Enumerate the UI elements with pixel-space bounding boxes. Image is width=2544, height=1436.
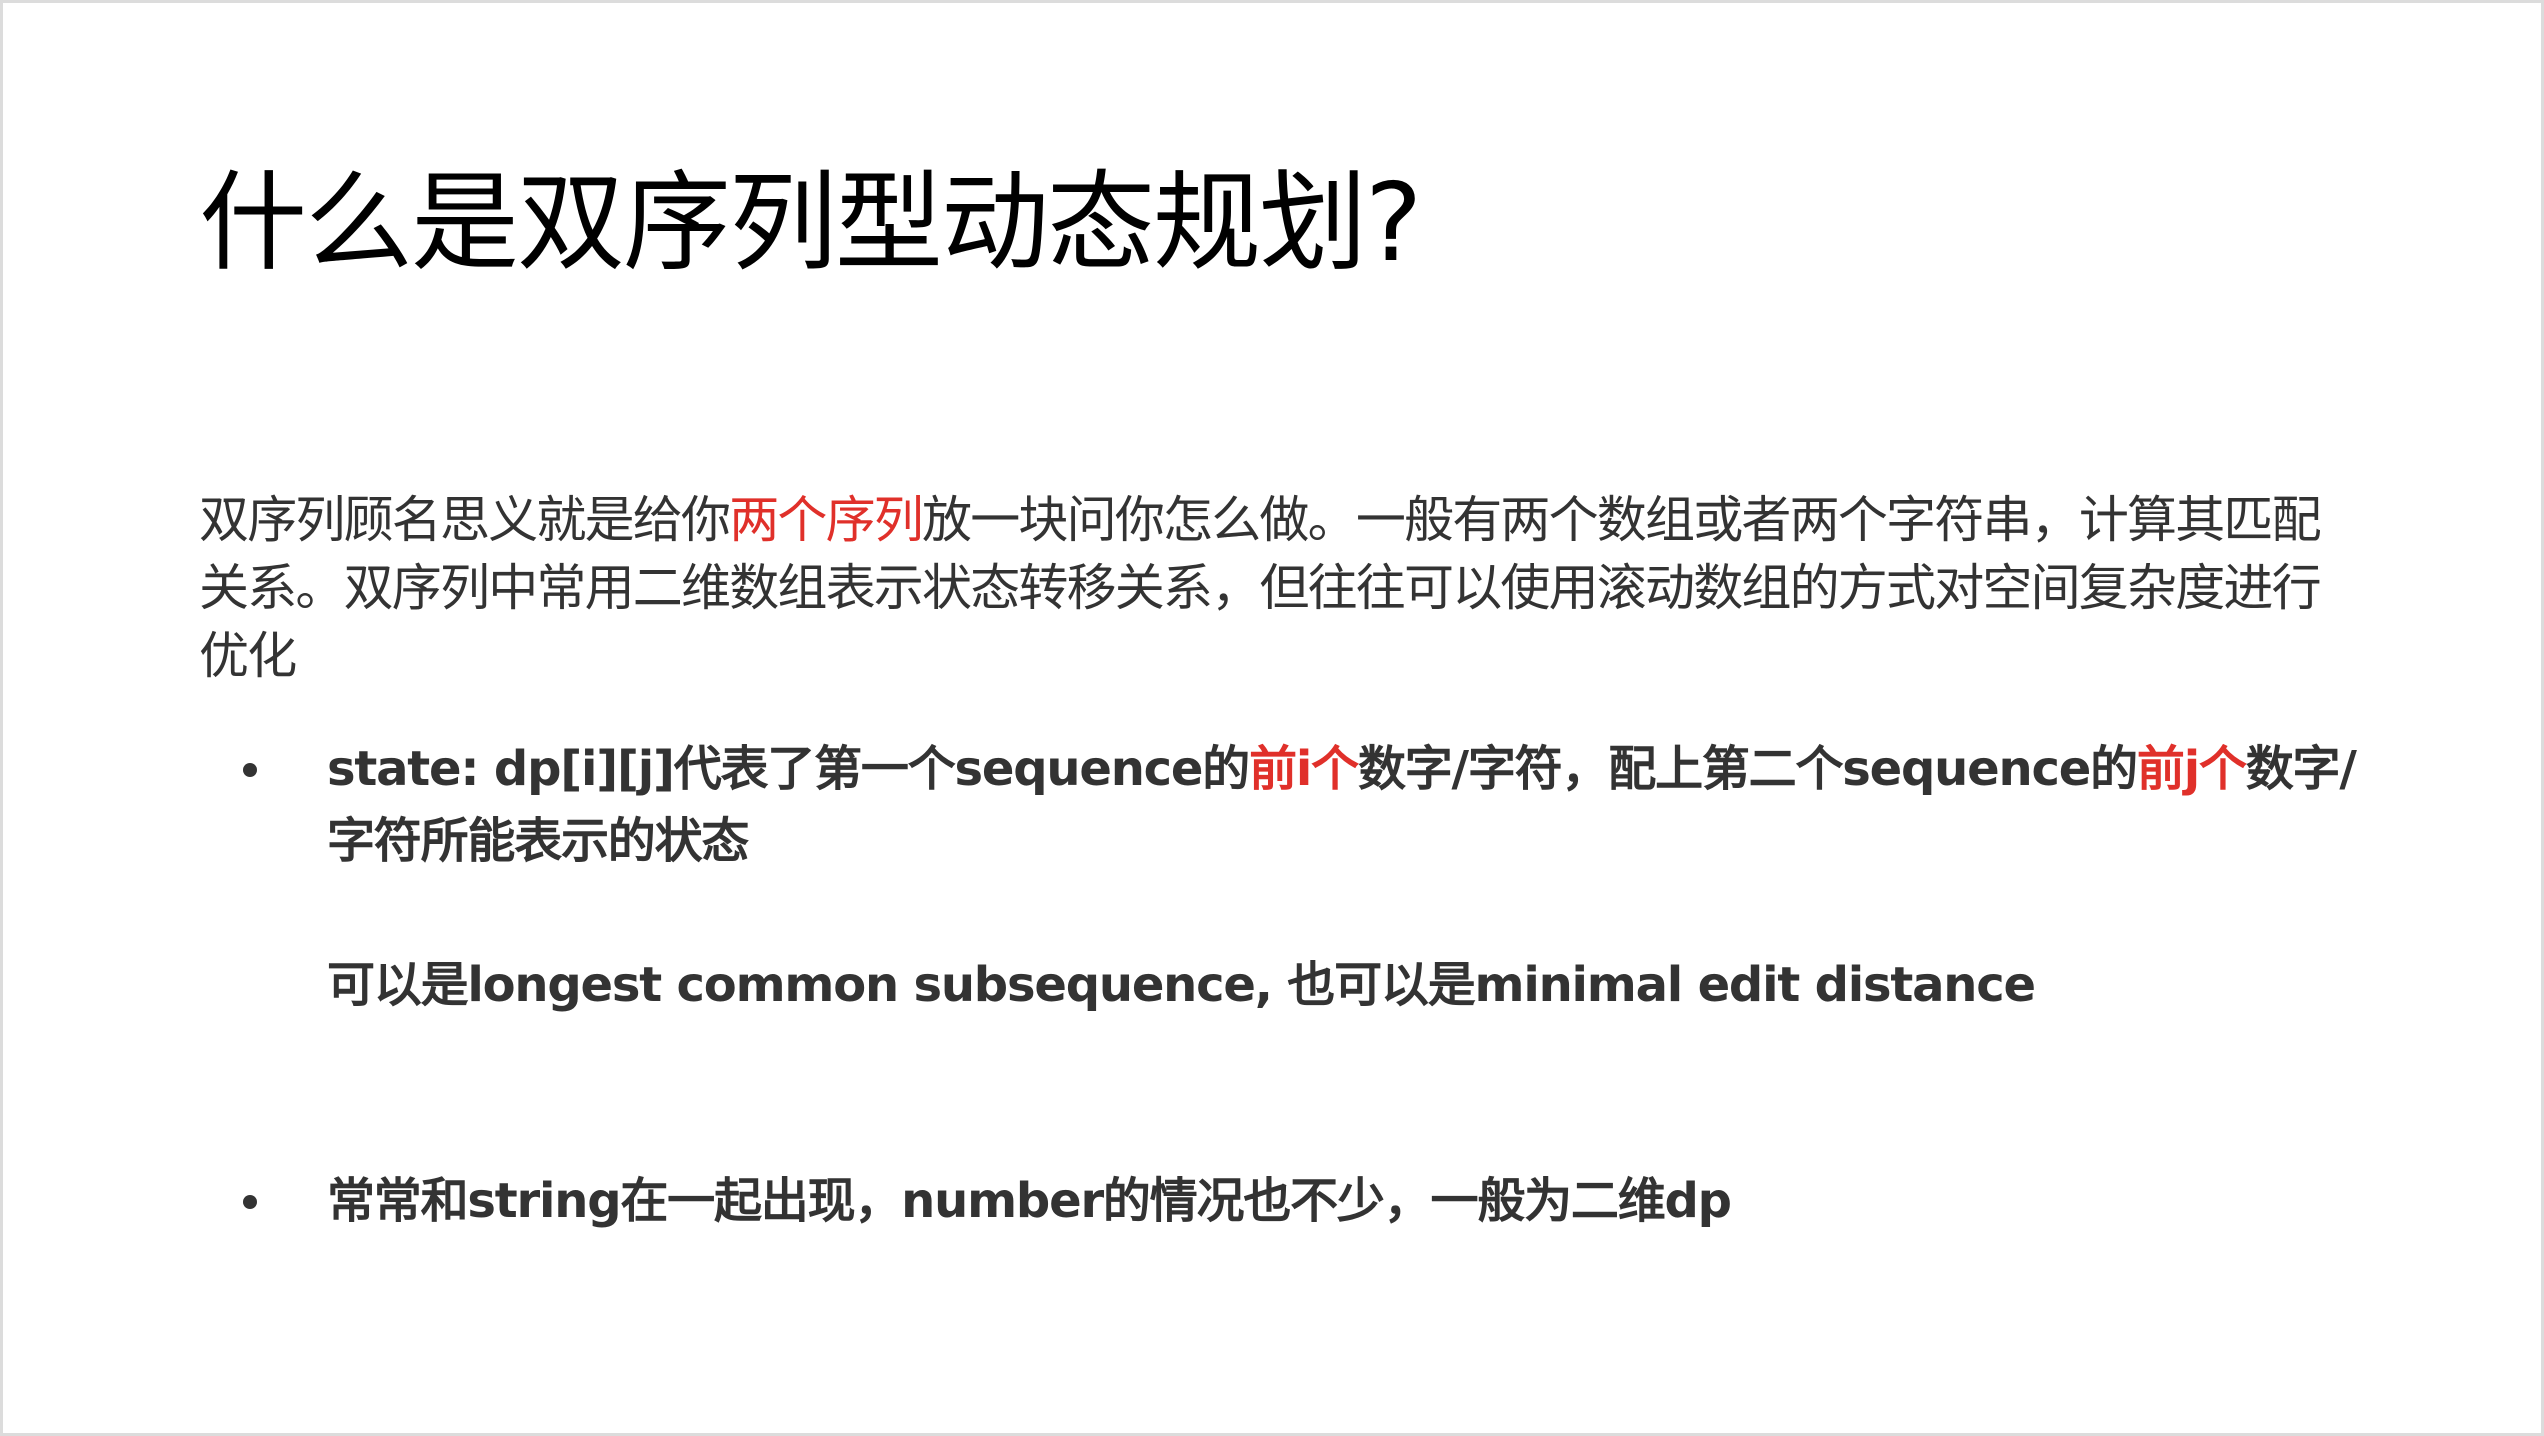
bullet-state-highlight-i: 前i个 bbox=[1249, 741, 1359, 797]
bullet-string-text: 常常和string在一起出现，number的情况也不少，一般为二维dp bbox=[327, 1173, 1732, 1229]
bullet-item-state: state: dp[i][j]代表了第一个sequence的前i个数字/字符，配… bbox=[199, 733, 2379, 1021]
intro-highlight: 两个序列 bbox=[729, 491, 924, 549]
intro-paragraph: 双序列顾名思义就是给你两个序列放一块问你怎么做。一般有两个数组或者两个字符串，计… bbox=[199, 486, 2359, 690]
bullet-list: state: dp[i][j]代表了第一个sequence的前i个数字/字符，配… bbox=[199, 733, 2379, 1237]
bullet-state-seg2: 数字/字符，配上第二个sequence的 bbox=[1357, 741, 2138, 797]
bullet-item-string: 常常和string在一起出现，number的情况也不少，一般为二维dp bbox=[199, 1165, 2379, 1237]
intro-text-part1: 双序列顾名思义就是给你 bbox=[199, 491, 731, 549]
bullet-dot-icon bbox=[243, 1195, 257, 1209]
slide-title: 什么是双序列型动态规划? bbox=[199, 161, 1422, 286]
bullet-dot-icon bbox=[243, 763, 257, 777]
bullet-state-subline: 可以是longest common subsequence, 也可以是minim… bbox=[327, 957, 2036, 1013]
slide: 什么是双序列型动态规划? 双序列顾名思义就是给你两个序列放一块问你怎么做。一般有… bbox=[0, 0, 2544, 1436]
bullet-state-seg1: state: dp[i][j]代表了第一个sequence的 bbox=[327, 741, 1250, 797]
bullet-state-highlight-j: 前j个 bbox=[2136, 741, 2247, 797]
